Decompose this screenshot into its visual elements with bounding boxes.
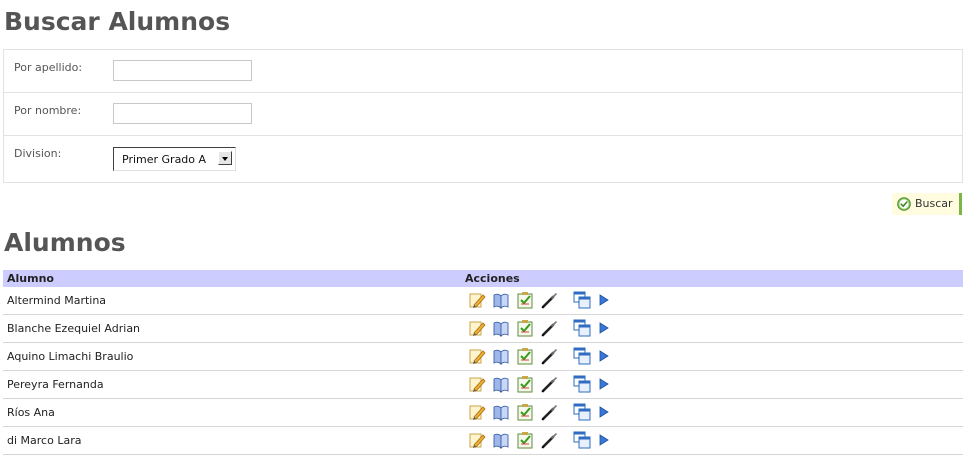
book-icon[interactable] [492, 347, 510, 365]
play-arrow-icon[interactable] [595, 403, 613, 421]
form-row-division: Division: Primer Grado A [4, 136, 962, 182]
windows-icon[interactable] [573, 347, 591, 365]
checklist-icon[interactable] [516, 403, 534, 421]
students-table: Alumno Acciones Altermind Martina Blanch… [3, 270, 963, 455]
table-body: Altermind Martina Blanche Ezequiel Adria… [3, 287, 963, 455]
column-header-alumno: Alumno [7, 272, 54, 285]
pen-icon[interactable] [540, 291, 558, 309]
division-selected-value: Primer Grado A [122, 153, 207, 166]
table-row: Ríos Ana [3, 399, 963, 427]
pen-icon[interactable] [540, 403, 558, 421]
edit-pencil-icon[interactable] [468, 319, 486, 337]
results-title: Alumnos [4, 228, 126, 257]
windows-icon[interactable] [573, 431, 591, 449]
edit-pencil-icon[interactable] [468, 403, 486, 421]
check-circle-icon [897, 196, 911, 211]
checklist-icon[interactable] [516, 291, 534, 309]
checklist-icon[interactable] [516, 431, 534, 449]
apellido-input[interactable] [113, 60, 252, 81]
table-row: Pereyra Fernanda [3, 371, 963, 399]
student-name: di Marco Lara [7, 434, 82, 447]
pen-icon[interactable] [540, 347, 558, 365]
edit-pencil-icon[interactable] [468, 291, 486, 309]
book-icon[interactable] [492, 319, 510, 337]
checklist-icon[interactable] [516, 375, 534, 393]
edit-pencil-icon[interactable] [468, 347, 486, 365]
form-row-apellido: Por apellido: [4, 50, 962, 93]
edit-pencil-icon[interactable] [468, 375, 486, 393]
apellido-label: Por apellido: [14, 61, 83, 74]
nombre-label: Por nombre: [14, 104, 82, 117]
play-arrow-icon[interactable] [595, 375, 613, 393]
buscar-button[interactable]: Buscar [892, 193, 962, 215]
column-header-acciones: Acciones [465, 272, 520, 285]
page: Buscar Alumnos Por apellido: Por nombre:… [0, 0, 970, 456]
windows-icon[interactable] [573, 319, 591, 337]
student-name: Aquino Limachi Braulio [7, 350, 134, 363]
play-arrow-icon[interactable] [595, 347, 613, 365]
book-icon[interactable] [492, 403, 510, 421]
form-row-nombre: Por nombre: [4, 93, 962, 136]
student-name: Altermind Martina [7, 294, 107, 307]
play-arrow-icon[interactable] [595, 431, 613, 449]
pen-icon[interactable] [540, 375, 558, 393]
edit-pencil-icon[interactable] [468, 431, 486, 449]
chevron-down-icon[interactable] [218, 151, 232, 165]
table-row: Aquino Limachi Braulio [3, 343, 963, 371]
book-icon[interactable] [492, 291, 510, 309]
student-name: Blanche Ezequiel Adrian [7, 322, 141, 335]
book-icon[interactable] [492, 375, 510, 393]
buscar-button-label: Buscar [915, 197, 953, 210]
windows-icon[interactable] [573, 403, 591, 421]
division-select[interactable]: Primer Grado A [113, 147, 236, 171]
checklist-icon[interactable] [516, 347, 534, 365]
student-name: Pereyra Fernanda [7, 378, 104, 391]
table-header: Alumno Acciones [3, 270, 963, 287]
search-page-title: Buscar Alumnos [4, 7, 231, 36]
division-label: Division: [14, 147, 62, 160]
pen-icon[interactable] [540, 319, 558, 337]
windows-icon[interactable] [573, 291, 591, 309]
play-arrow-icon[interactable] [595, 319, 613, 337]
windows-icon[interactable] [573, 375, 591, 393]
search-form: Por apellido: Por nombre: Division: Prim… [3, 49, 963, 183]
table-row: di Marco Lara [3, 427, 963, 455]
book-icon[interactable] [492, 431, 510, 449]
play-arrow-icon[interactable] [595, 291, 613, 309]
nombre-input[interactable] [113, 103, 252, 124]
checklist-icon[interactable] [516, 319, 534, 337]
student-name: Ríos Ana [7, 406, 55, 419]
pen-icon[interactable] [540, 431, 558, 449]
table-row: Altermind Martina [3, 287, 963, 315]
table-row: Blanche Ezequiel Adrian [3, 315, 963, 343]
